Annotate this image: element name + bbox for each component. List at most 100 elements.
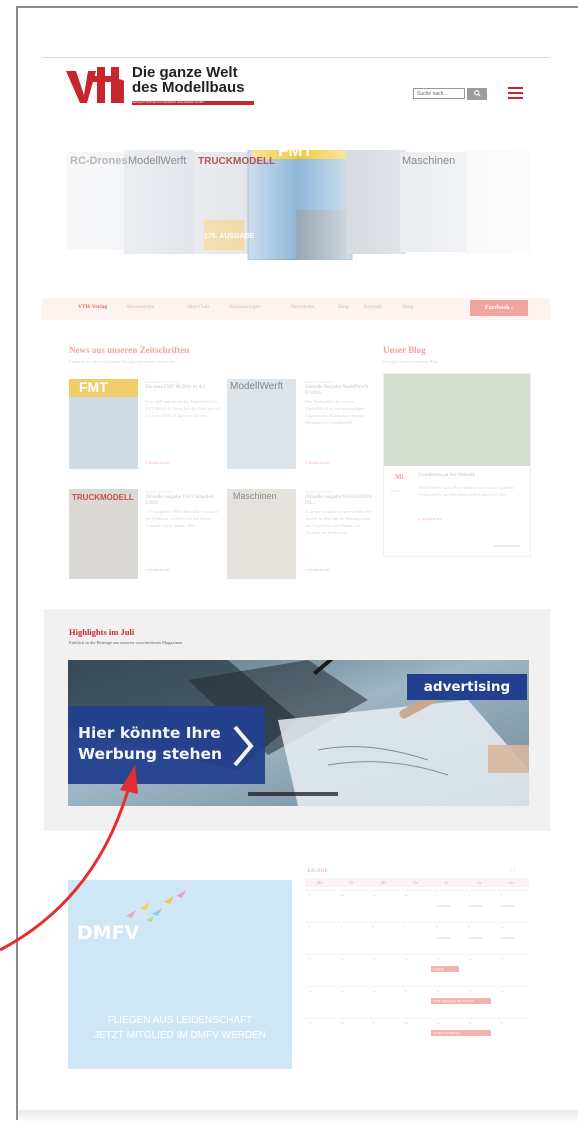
calendar-event-link[interactable]: » Termine <box>500 936 514 940</box>
news-cover-label: ModellWerft <box>230 381 284 392</box>
news-cover-fmt[interactable]: FMT <box>69 379 138 469</box>
calendar-day[interactable]: 24 <box>497 986 528 1017</box>
calendar-day[interactable]: 6 <box>369 922 400 953</box>
cal-weekday-so: So <box>509 880 514 885</box>
nav-item-shop[interactable]: Shop <box>402 304 413 310</box>
brand-title-line2: des Modellbaus <box>132 79 245 96</box>
facebook-button[interactable]: Facebook › <box>470 300 528 316</box>
news-cover-label: TRUCKMODELL <box>72 493 134 502</box>
nav-item-blog[interactable]: Blog <box>338 304 349 310</box>
calendar-day[interactable]: 30 <box>401 890 432 921</box>
calendar-event-pill[interactable]: Treffen Modellbau <box>431 1030 491 1036</box>
calendar-day[interactable]: 18 <box>305 986 336 1017</box>
calendar-day[interactable]: 19 <box>337 986 368 1017</box>
dmfv-logo: DMFV <box>77 922 140 944</box>
search-input[interactable]: Suche nach... <box>413 88 465 99</box>
calendar-day[interactable]: 31 <box>497 1018 528 1049</box>
magazine-truckmodell: TRUCKMODELL <box>198 156 275 167</box>
news-headline[interactable]: Aktuelle Ausgabe TRUCKmodell 3/2016 <box>145 495 221 507</box>
calendar-day[interactable]: 11 <box>305 954 336 985</box>
cal-weekday-fr: Fr <box>445 880 449 885</box>
nav-item-newsletter[interactable]: Newsletter <box>291 304 315 310</box>
calendar-day[interactable]: 14 <box>401 954 432 985</box>
news-excerpt: In dieser Ausgabe zeigen werden Sie spez… <box>305 509 372 535</box>
dmfv-birds-icon <box>126 890 186 922</box>
news-headline[interactable]: Aktuelle Ausgabe MASCHINEN IM... <box>305 495 375 507</box>
news-excerpt: 175 Ausgaben TRUCKmodell - wir sind ein … <box>145 509 218 528</box>
search-icon <box>473 90 481 97</box>
calendar-day[interactable]: 29 <box>369 890 400 921</box>
header-divider <box>42 57 550 58</box>
blog-card-text: ModellWerft Autor Peter Rehrin hat seit … <box>418 485 514 497</box>
nav-item-kleinanzeigen[interactable]: Kleinanzeigen <box>229 304 261 310</box>
ad-text-line1: Hier könnte Ihre <box>78 724 221 742</box>
magazine-maschinen: Maschinen <box>402 155 455 167</box>
calendar-event-link[interactable]: » Termine <box>468 904 482 908</box>
nav-item-vth-verlag[interactable]: VTH-Verlag <box>78 304 107 310</box>
news-date: Montag, 23.05.2016 <box>305 490 334 494</box>
news-headline[interactable]: Aktuelle Ausgabe ModellWerft 07/2016 <box>305 385 375 397</box>
calendar-day[interactable]: 26 <box>337 1018 368 1049</box>
magazine-modellwerft: ModellWerft <box>128 155 186 167</box>
nav-item-abonnement[interactable]: Abonnement <box>126 304 154 310</box>
calendar-event-pill[interactable]: Flugtag <box>431 966 459 972</box>
brand-title[interactable]: Die ganze Welt des Modellbaus <box>132 65 245 95</box>
news-cover-truckmodell[interactable]: TRUCKMODELL <box>69 489 138 579</box>
chevron-right-icon <box>233 725 254 767</box>
blog-subtitle: Neuigkeiten aus unserem Blog <box>383 359 439 364</box>
calendar-day[interactable]: 21 <box>401 986 432 1017</box>
calendar-day[interactable]: 25 <box>305 1018 336 1049</box>
cal-weekday-mi: Mi <box>381 880 386 885</box>
vth-logo-icon[interactable] <box>66 67 124 103</box>
calendar-event-link[interactable]: » Termine <box>468 936 482 940</box>
blog-more-link[interactable]: » weiterlesen <box>418 516 442 521</box>
calendar-day[interactable]: 16 <box>465 954 496 985</box>
calendar-day[interactable]: 4 <box>305 922 336 953</box>
calendar-event-link[interactable]: » Termine <box>500 904 514 908</box>
blog-image <box>384 374 530 466</box>
calendar-event-link[interactable]: » Termine <box>436 936 450 940</box>
search-button[interactable] <box>467 88 487 100</box>
news-more-link[interactable]: » weiterlesen <box>145 460 169 465</box>
news-cover-modellwerft[interactable]: ModellWerft <box>227 379 296 469</box>
news-more-link[interactable]: » weiterlesen <box>305 567 329 572</box>
news-subtitle: Erfahren Sie die wichtigsten Neuigkeiten… <box>69 359 176 364</box>
news-date: Montag, 13.06.2016 <box>305 380 334 384</box>
calendar-day[interactable]: 28 <box>337 890 368 921</box>
highlights-subtitle: Einblick in die Beiträge aus unseren ver… <box>69 640 183 645</box>
calendar-event-link[interactable]: » Termine <box>436 904 450 908</box>
calendar-day[interactable]: 7 <box>401 922 432 953</box>
cal-weekday-sa: Sa <box>477 880 481 885</box>
blog-card-title[interactable]: Treadkitten an der Ahmetik <box>418 473 523 479</box>
news-cover-label: FMT <box>69 379 138 397</box>
magazine-cover-strip[interactable]: RC-Drones ModellWerft TRUCKMODELL FMT Ma… <box>66 150 530 260</box>
news-excerpt: Rein, hell und rot ist das Titelmodell d… <box>145 399 221 418</box>
news-more-link[interactable]: » weiterlesen <box>305 460 329 465</box>
calendar-event-pill[interactable]: VTH Tag Kultur der Technik <box>431 998 491 1004</box>
ad-text-line2: Werbung stehen <box>78 745 223 763</box>
calendar-day[interactable]: 27 <box>305 890 336 921</box>
news-date: Donnerstag, 14.07.2016 <box>145 380 179 384</box>
cal-weekday-di: Di <box>349 880 353 885</box>
calendar-day[interactable]: 13 <box>369 954 400 985</box>
calendar-day[interactable]: 28 <box>401 1018 432 1049</box>
calendar-day[interactable]: 5 <box>337 922 368 953</box>
news-headline[interactable]: Die neue FMT 08/2016 ist da! <box>145 385 221 391</box>
facebook-label: Facebook <box>484 305 510 311</box>
nav-item-kontakt[interactable]: Kontakt <box>364 304 382 310</box>
hamburger-menu-icon[interactable] <box>508 87 523 101</box>
calendar-day[interactable]: 27 <box>369 1018 400 1049</box>
calendar-day[interactable]: 12 <box>337 954 368 985</box>
blog-day: Mi <box>395 473 404 481</box>
calendar-day[interactable]: 17 <box>497 954 528 985</box>
calendar-nav-arrows[interactable]: ‹ › <box>510 867 516 873</box>
news-title: News aus unseren Zeitschriften <box>69 345 190 355</box>
ad-placeholder-panel[interactable]: Hier könnte Ihre Werbung stehen <box>68 706 265 784</box>
news-more-link[interactable]: » weiterlesen <box>145 567 169 572</box>
nav-item-abo-club[interactable]: Abo-Club <box>187 304 209 310</box>
calendar-day[interactable]: 20 <box>369 986 400 1017</box>
news-cover-maschinen[interactable]: Maschinen <box>227 489 296 579</box>
news-cover-label: Maschinen <box>233 491 277 501</box>
blog-slider-dots[interactable] <box>494 545 520 547</box>
blog-card[interactable] <box>383 373 531 557</box>
